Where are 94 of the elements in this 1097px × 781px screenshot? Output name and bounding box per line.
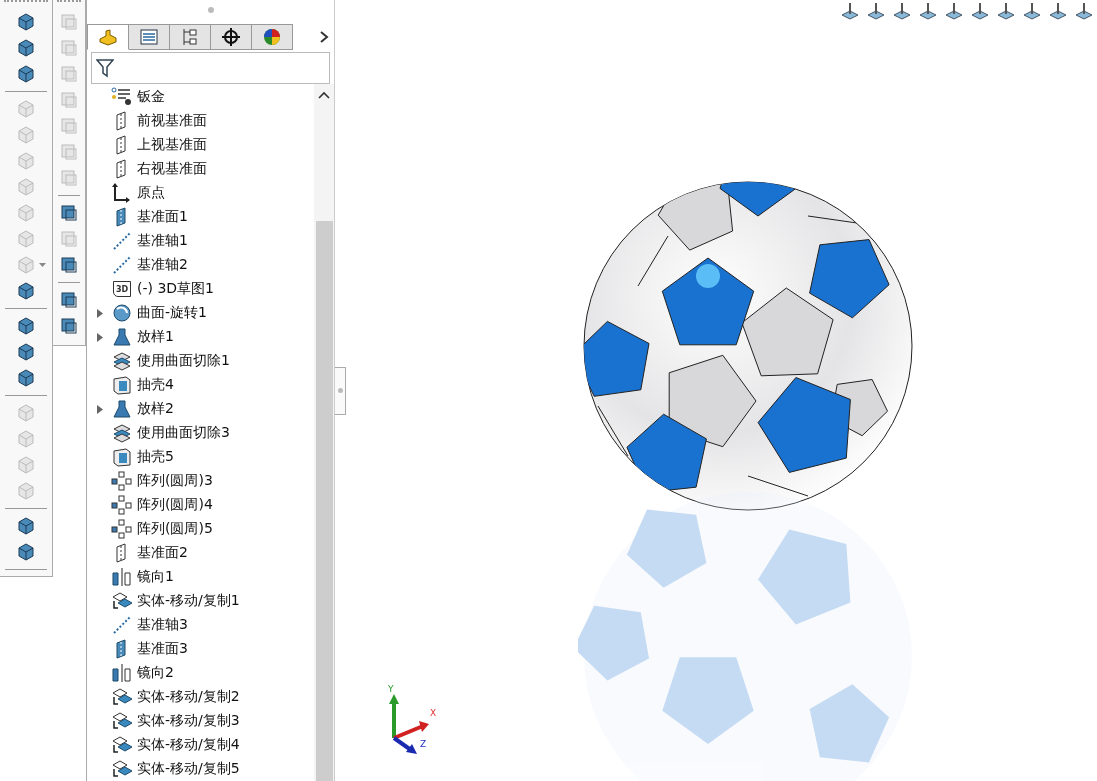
feature-tree-item[interactable]: 钣金 [137,88,165,106]
cut-icon [111,423,133,443]
feature-tree-item[interactable]: (-) 3D草图1 [137,280,215,298]
move-icon [111,687,133,707]
feature-tree-item[interactable]: 抽壳5 [137,448,174,466]
configuration-manager-icon [180,27,200,47]
squares-icon[interactable] [59,255,79,275]
feature-tree-item[interactable]: 实体-移动/复制5 [137,760,240,778]
move-icon [111,735,133,755]
axis-icon [111,231,133,251]
scrollbar[interactable] [314,84,334,781]
feature-tree-item[interactable]: 基准面2 [137,544,188,562]
sheetmetal-icon [111,87,133,107]
axis-icon [111,615,133,635]
feature-tree-item[interactable]: 实体-移动/复制3 [137,712,240,730]
loft-icon [111,327,133,347]
view-toolbar-icon[interactable] [1047,1,1069,21]
revolve-icon [111,303,133,323]
feature-tree-item[interactable]: 阵列(圆周)3 [137,472,213,490]
cut-icon [111,351,133,371]
feature-tree-item[interactable]: 实体-移动/复制2 [137,688,240,706]
feature-tree-item[interactable]: 基准面1 [137,208,188,226]
mirror-icon [111,663,133,683]
view-toolbar-icon[interactable] [943,1,965,21]
cube-icon[interactable] [16,12,36,32]
pattern-icon [111,471,133,491]
loft-icon [111,399,133,419]
feature-tree-item[interactable]: 基准面3 [137,640,188,658]
feature-tree-item[interactable]: 上视基准面 [137,136,207,154]
feature-tree-item[interactable]: 放样2 [137,400,174,418]
feature-tree-item[interactable]: 基准轴2 [137,256,188,274]
expand-arrow-icon[interactable] [97,332,103,342]
filter-field[interactable] [91,52,330,84]
squares-icon[interactable] [59,203,79,223]
expand-arrow-icon[interactable] [97,308,103,318]
scroll-up-icon[interactable] [318,91,330,99]
mirror-icon [111,567,133,587]
feature-tree-item[interactable]: 前视基准面 [137,112,207,130]
feature-tree-item[interactable]: 基准轴1 [137,232,188,250]
dimxpert-icon [221,27,241,47]
view-toolbar-icon[interactable] [917,1,939,21]
pattern-icon [111,519,133,539]
feature-tree-item[interactable]: 右视基准面 [137,160,207,178]
dimxpert-tab[interactable] [211,24,252,50]
feature-tree-item[interactable]: 曲面-旋转1 [137,304,207,322]
cube-icon[interactable] [16,38,36,58]
feature-tree-item[interactable]: 使用曲面切除1 [137,352,230,370]
axis-icon [111,255,133,275]
feature-manager-icon [98,27,118,47]
feature-tree-item[interactable]: 实体-移动/复制1 [137,592,240,610]
pattern-icon [111,495,133,515]
sketch-3d-icon: 3D [113,281,131,297]
cube-icon[interactable] [16,368,36,388]
shell-icon [111,447,133,467]
cube-icon[interactable] [16,281,36,301]
view-toolbar-icon[interactable] [995,1,1017,21]
view-toolbar-icon[interactable] [865,1,887,21]
view-toolbar-icon[interactable] [1073,1,1095,21]
view-toolbar-icon[interactable] [891,1,913,21]
feature-tree-item[interactable]: 镜向2 [137,664,174,682]
feature-tree-item[interactable]: 原点 [137,184,165,202]
move-icon [111,711,133,731]
feature-tree-item[interactable]: 实体-移动/复制4 [137,736,240,754]
axis-label: X [430,708,437,718]
cube-icon[interactable] [16,64,36,84]
feature-tree-item[interactable]: 阵列(圆周)4 [137,496,213,514]
view-toolbar-icon[interactable] [969,1,991,21]
cube-icon[interactable] [16,342,36,362]
move-icon [111,591,133,611]
property-manager-icon [139,27,159,47]
squares-icon[interactable] [59,290,79,310]
shell-icon [111,375,133,395]
feature-tree-item[interactable]: 阵列(圆周)5 [137,520,213,538]
filter-icon [96,58,114,78]
splitter-handle[interactable] [335,366,346,415]
feature-manager-tab[interactable] [87,24,129,50]
axis-label: Z [420,739,427,749]
feature-tree-item[interactable]: 抽壳4 [137,376,174,394]
squares-icon[interactable] [59,316,79,336]
view-toolbar-icon[interactable] [1021,1,1043,21]
expand-arrow-icon[interactable] [97,404,103,414]
axis-label: Y [388,684,394,694]
display-manager-tab[interactable] [252,24,293,50]
view-toolbar-icon[interactable] [839,1,861,21]
cube-icon[interactable] [16,516,36,536]
cube-icon[interactable] [16,316,36,336]
caret-icon[interactable] [39,263,46,267]
display-manager-icon [262,27,282,47]
cube-icon[interactable] [16,542,36,562]
feature-tree-item[interactable]: 镜向1 [137,568,174,586]
feature-tree-item[interactable]: 放样1 [137,328,174,346]
feature-tree-item[interactable]: 基准轴3 [137,616,188,634]
feature-tree-item[interactable]: 使用曲面切除3 [137,424,230,442]
property-manager-tab[interactable] [129,24,170,50]
